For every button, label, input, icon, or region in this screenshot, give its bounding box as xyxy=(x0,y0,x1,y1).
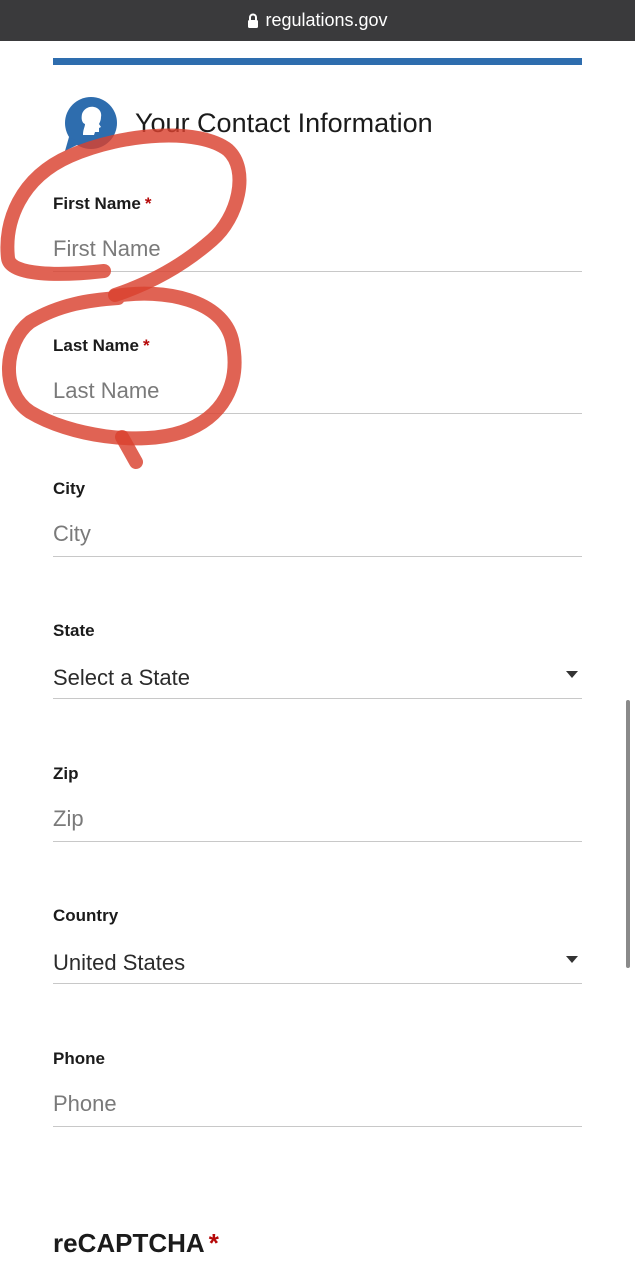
url-text: regulations.gov xyxy=(265,10,388,30)
recaptcha-heading: reCAPTCHA * xyxy=(53,1228,219,1258)
required-marker: * xyxy=(142,336,150,355)
person-speech-bubble-icon xyxy=(65,97,117,151)
page-title: Your Contact Information xyxy=(135,108,433,138)
last-name-label: Last Name * xyxy=(53,336,150,355)
city-field: City xyxy=(53,479,582,559)
caret-down-icon xyxy=(566,671,578,678)
country-selected-value: United States xyxy=(53,950,186,975)
state-field: State Select a State xyxy=(53,621,582,701)
phone-input[interactable] xyxy=(53,1081,582,1127)
city-label: City xyxy=(53,479,86,498)
state-selected-value: Select a State xyxy=(53,665,190,690)
lock-icon xyxy=(248,13,259,28)
state-label: State xyxy=(53,621,95,640)
zip-label: Zip xyxy=(53,764,79,783)
browser-url-bar[interactable]: regulations.gov xyxy=(0,0,635,41)
country-label: Country xyxy=(53,906,119,925)
zip-input[interactable] xyxy=(53,796,582,842)
first-name-label: First Name * xyxy=(53,194,152,213)
country-field: Country United States xyxy=(53,906,582,986)
country-select[interactable]: United States xyxy=(53,938,582,984)
annotation-tail xyxy=(115,430,143,469)
state-select[interactable]: Select a State xyxy=(53,653,582,699)
phone-field: Phone xyxy=(53,1049,582,1129)
required-marker: * xyxy=(144,194,152,213)
last-name-input[interactable] xyxy=(53,368,582,414)
phone-label: Phone xyxy=(53,1049,105,1068)
page: regulations.gov Your Contact Information… xyxy=(0,0,635,1280)
first-name-input[interactable] xyxy=(53,226,582,272)
last-name-field: Last Name * xyxy=(53,336,582,416)
section-top-rule xyxy=(53,58,582,65)
zip-field: Zip xyxy=(53,764,582,844)
caret-down-icon xyxy=(566,956,578,963)
scrollbar[interactable] xyxy=(626,700,630,968)
city-input[interactable] xyxy=(53,511,582,557)
first-name-field: First Name * xyxy=(53,194,582,274)
required-marker: * xyxy=(208,1228,219,1258)
